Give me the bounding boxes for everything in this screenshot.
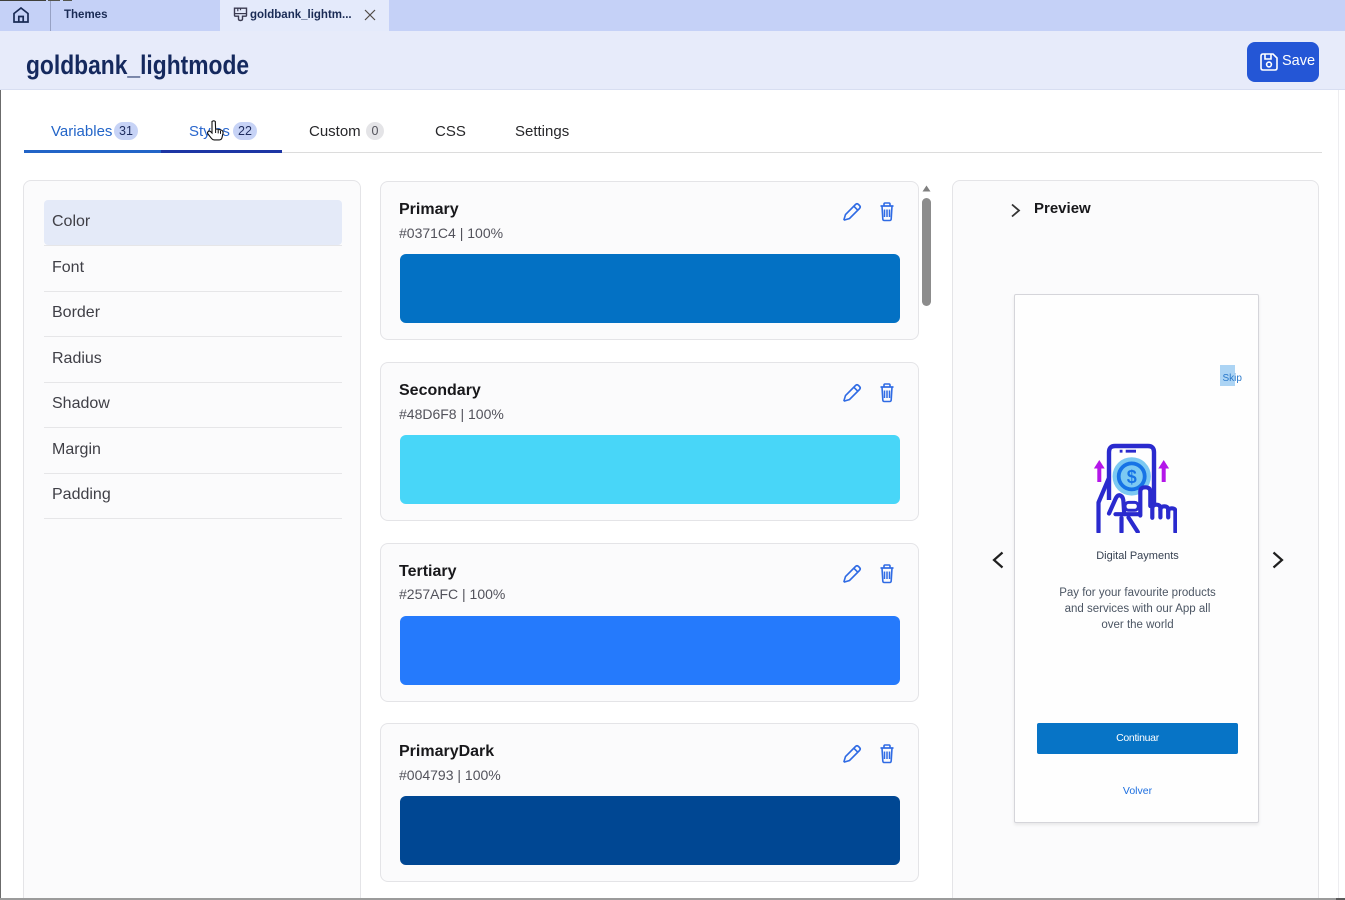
svg-text:$: $ (1127, 467, 1137, 487)
